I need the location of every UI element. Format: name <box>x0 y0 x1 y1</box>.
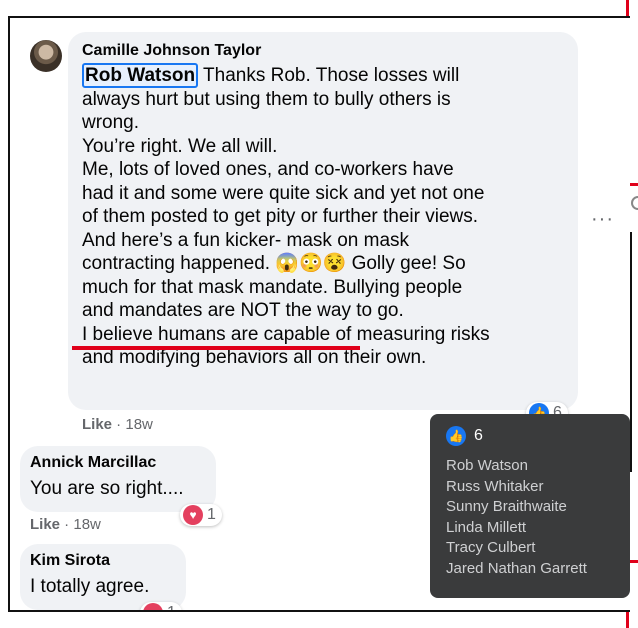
comment-author[interactable]: Annick Marcillac <box>30 454 156 472</box>
heart-icon: ♥ <box>143 603 163 610</box>
comment-text: Rob Watson Thanks Rob. Those losses will… <box>82 63 490 368</box>
avatar[interactable] <box>30 40 62 72</box>
reactor-name: Sunny Braithwaite <box>446 498 567 516</box>
panel-edge-line <box>630 232 632 472</box>
thumbs-up-icon: 👍 <box>446 426 466 446</box>
comment-author[interactable]: Camille Johnson Taylor <box>82 42 261 60</box>
comment-text: I totally agree. <box>30 576 150 597</box>
reactor-name: Linda Millett <box>446 518 527 536</box>
comment-bubble-kim: Kim Sirota I totally agree. <box>20 544 186 610</box>
reaction-summary[interactable]: ♥ 1 <box>140 602 182 610</box>
comment-bubble-annick: Annick Marcillac You are so right.... <box>20 446 216 512</box>
reactor-name: Jared Nathan Garrett <box>446 559 587 577</box>
tooltip-header: 👍 6 <box>446 426 483 446</box>
like-button[interactable]: Like <box>30 516 60 533</box>
reaction-summary[interactable]: ♥ 1 <box>180 504 222 526</box>
comment-age[interactable]: 18w <box>73 516 101 533</box>
panel-edge-handle <box>631 196 638 210</box>
emoji-group: 😱😳😵 <box>275 253 347 274</box>
heart-icon: ♥ <box>183 505 203 525</box>
reactor-name: Russ Whitaker <box>446 477 544 495</box>
comment-author[interactable]: Kim Sirota <box>30 552 110 570</box>
comment-text: You are so right.... <box>30 478 184 499</box>
comment-age[interactable]: 18w <box>125 416 153 433</box>
reactor-name: Tracy Culbert <box>446 539 536 557</box>
more-options-icon[interactable]: ··· <box>591 208 614 231</box>
reactor-name: Rob Watson <box>446 457 528 474</box>
comment-bubble-camille: Camille Johnson Taylor Rob Watson Thanks… <box>68 32 578 410</box>
red-underline-annotation <box>72 346 360 350</box>
reactor-list: Rob Watson Russ Whitaker Sunny Braithwai… <box>446 456 587 580</box>
mention-tag[interactable]: Rob Watson <box>82 63 199 88</box>
reactions-tooltip: 👍 6 Rob Watson Russ Whitaker Sunny Brait… <box>430 414 630 598</box>
comment-meta: Like · 18w <box>30 516 101 533</box>
like-button[interactable]: Like <box>82 416 112 433</box>
comment-meta: Like · 18w <box>82 416 153 433</box>
